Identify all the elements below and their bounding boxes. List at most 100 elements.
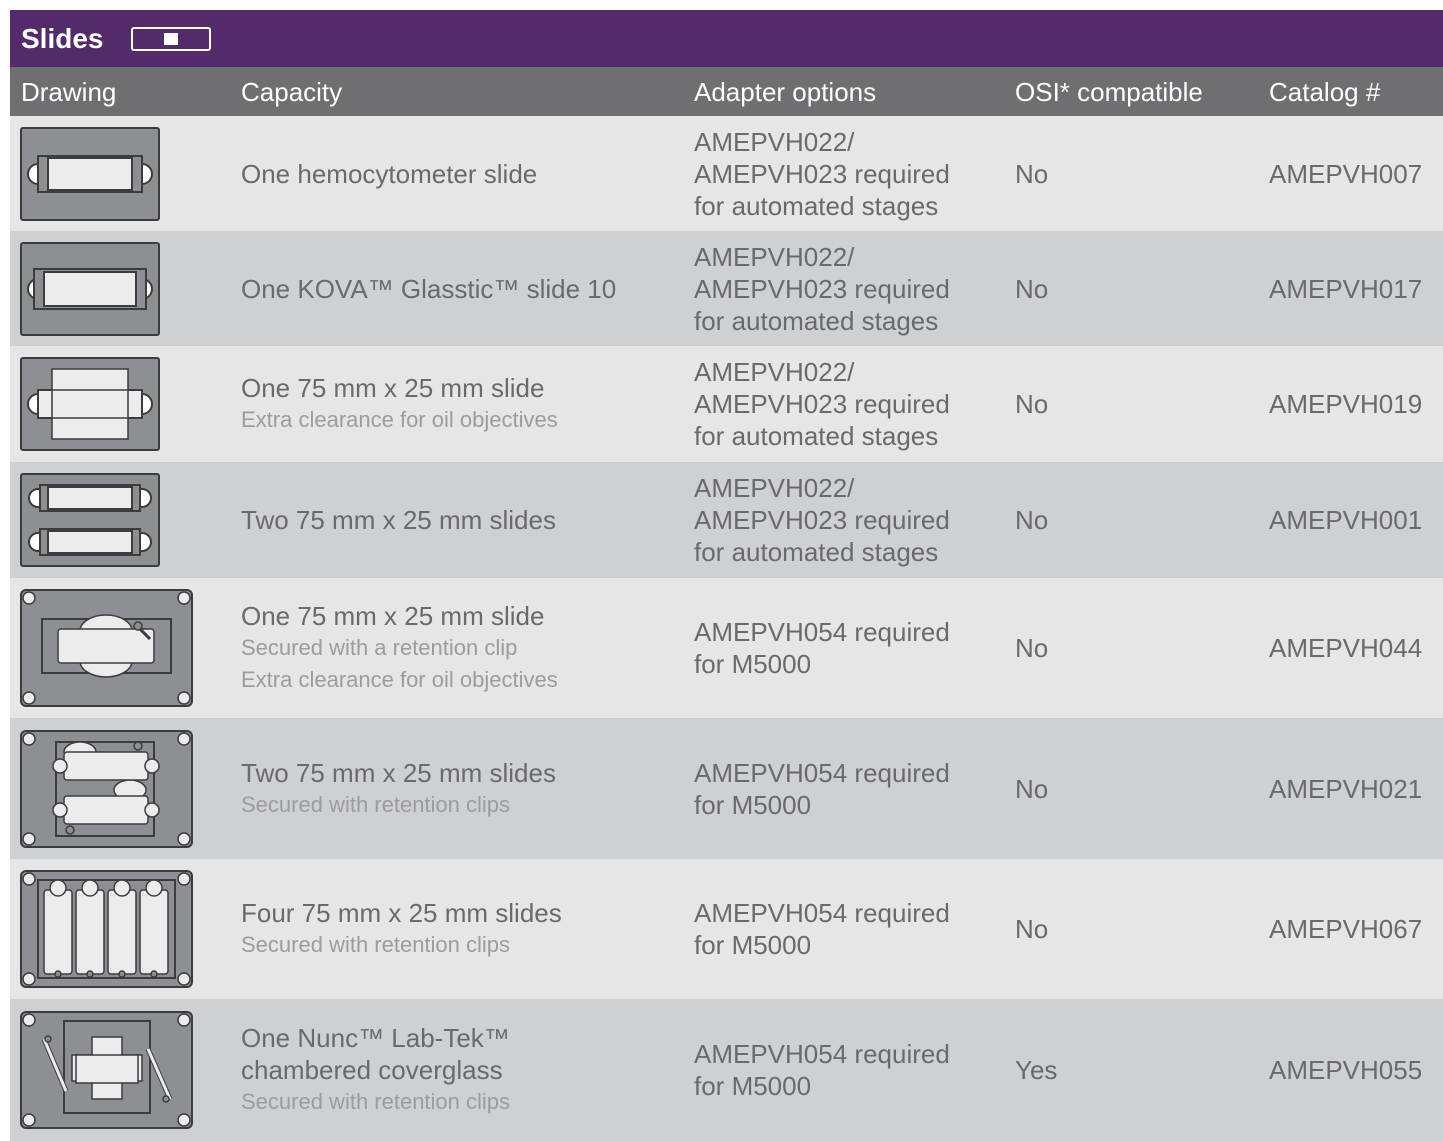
catalog-number: AMEPVH021 [1269, 773, 1423, 804]
adapter-line: for automated stages [694, 537, 939, 567]
capacity-cell: One hemocytometer slide [241, 116, 681, 231]
catalog-number: AMEPVH017 [1269, 273, 1423, 304]
adapter-line: AMEPVH054 required [694, 617, 950, 647]
header-capacity: Capacity [241, 77, 343, 107]
capacity-note: Secured with retention clips [241, 932, 511, 957]
osi-value: Yes [1015, 1055, 1058, 1085]
capacity-text: One KOVA™ Glasstic™ slide 10 [241, 273, 617, 304]
table-row: One 75 mm x 25 mm slide Extra clearance … [10, 346, 1443, 462]
drawing-cell [20, 859, 220, 999]
drawing-cell [20, 116, 220, 231]
capacity-cell: One 75 mm x 25 mm slide Extra clearance … [241, 346, 681, 462]
adapter-cell: AMEPVH054 required for M5000 [694, 578, 994, 718]
table-row: One hemocytometer slide AMEPVH022/ AMEPV… [10, 116, 1443, 231]
drawing-cell [20, 462, 220, 578]
catalog-number: AMEPVH067 [1269, 914, 1423, 944]
adapter-line: for M5000 [694, 649, 812, 679]
drawing-cell [20, 231, 220, 346]
catalog-cell: AMEPVH021 [1269, 718, 1439, 859]
adapter-cell: AMEPVH054 required for M5000 [694, 718, 994, 859]
capacity-cell: One KOVA™ Glasstic™ slide 10 [241, 231, 681, 346]
header-row: Drawing Capacity Adapter options OSI* co… [10, 67, 1443, 116]
catalog-cell: AMEPVH055 [1269, 999, 1439, 1141]
catalog-cell: AMEPVH017 [1269, 231, 1439, 346]
catalog-number: AMEPVH044 [1269, 633, 1423, 663]
header-osi-compatible: OSI* compatible [1015, 77, 1203, 107]
catalog-cell: AMEPVH067 [1269, 859, 1439, 999]
osi-cell: No [1015, 231, 1215, 346]
table-row: One Nunc™ Lab-Tek™ chambered coverglass … [10, 999, 1443, 1141]
osi-value: No [1015, 773, 1049, 804]
adapter-cell: AMEPVH022/ AMEPVH023 required for automa… [694, 462, 994, 578]
capacity-text: One Nunc™ Lab-Tek™ [241, 1023, 510, 1053]
osi-cell: No [1015, 859, 1215, 999]
table-row: Four 75 mm x 25 mm slides Secured with r… [10, 859, 1443, 999]
title-bar: Slides [10, 10, 1443, 67]
osi-value: No [1015, 158, 1049, 189]
single-slide-clip-icon [20, 589, 193, 707]
capacity-text: One hemocytometer slide [241, 158, 538, 189]
drawing-cell [20, 578, 220, 718]
chambered-coverglass-icon [20, 1011, 193, 1129]
osi-value: No [1015, 914, 1049, 944]
adapter-cell: AMEPVH022/ AMEPVH023 required for automa… [694, 346, 994, 462]
catalog-cell: AMEPVH007 [1269, 116, 1439, 231]
adapter-cell: AMEPVH022/ AMEPVH023 required for automa… [694, 116, 994, 231]
osi-cell: No [1015, 578, 1215, 718]
adapter-line: AMEPVH023 required [694, 389, 950, 419]
osi-value: No [1015, 273, 1049, 304]
adapter-line: AMEPVH054 required [694, 757, 950, 788]
adapter-line: for automated stages [694, 190, 939, 221]
adapter-line: AMEPVH023 required [694, 158, 950, 189]
adapter-line: AMEPVH022/ [694, 473, 855, 503]
capacity-text: Two 75 mm x 25 mm slides [241, 757, 556, 788]
adapter-line: AMEPVH022/ [694, 357, 855, 387]
osi-value: No [1015, 505, 1049, 535]
two-slides-icon [20, 473, 160, 567]
slides-table: Slides Drawing Capacity Adapter options … [10, 10, 1443, 1141]
capacity-note: Secured with retention clips [241, 1089, 511, 1114]
capacity-cell: Two 75 mm x 25 mm slides Secured with re… [241, 718, 681, 859]
adapter-cell: AMEPVH054 required for M5000 [694, 859, 994, 999]
adapter-cell: AMEPVH054 required for M5000 [694, 999, 994, 1141]
adapter-line: for M5000 [694, 930, 812, 960]
adapter-line: for M5000 [694, 789, 812, 820]
capacity-text: One 75 mm x 25 mm slide [241, 373, 545, 403]
catalog-cell: AMEPVH001 [1269, 462, 1439, 578]
four-slides-clips-icon [20, 870, 193, 988]
adapter-line: for automated stages [694, 421, 939, 451]
osi-cell: No [1015, 346, 1215, 462]
adapter-cell: AMEPVH022/ AMEPVH023 required for automa… [694, 231, 994, 346]
table-title: Slides [21, 22, 104, 54]
header-drawing: Drawing [21, 77, 117, 107]
table-row: Two 75 mm x 25 mm slides Secured with re… [10, 718, 1443, 859]
table-row: One 75 mm x 25 mm slide Secured with a r… [10, 578, 1443, 718]
osi-value: No [1015, 633, 1049, 663]
two-slides-clips-icon [20, 729, 193, 848]
adapter-line: for M5000 [694, 1071, 812, 1101]
adapter-line: AMEPVH022/ [694, 241, 855, 272]
osi-cell: No [1015, 462, 1215, 578]
adapter-line: AMEPVH023 required [694, 273, 950, 304]
slide-holder-icon [131, 26, 212, 51]
single-slide-kova-icon [20, 241, 160, 336]
capacity-text: Two 75 mm x 25 mm slides [241, 505, 556, 535]
header-catalog: Catalog # [1269, 77, 1381, 107]
capacity-text: One 75 mm x 25 mm slide [241, 601, 545, 631]
catalog-cell: AMEPVH044 [1269, 578, 1439, 718]
table-row: Two 75 mm x 25 mm slides AMEPVH022/ AMEP… [10, 462, 1443, 578]
single-slide-hemocytometer-icon [20, 126, 160, 221]
catalog-number: AMEPVH019 [1269, 389, 1423, 419]
adapter-line: AMEPVH023 required [694, 505, 950, 535]
drawing-cell [20, 346, 220, 462]
osi-cell: No [1015, 116, 1215, 231]
catalog-number: AMEPVH007 [1269, 158, 1423, 189]
adapter-line: AMEPVH054 required [694, 898, 950, 928]
capacity-text: Four 75 mm x 25 mm slides [241, 898, 562, 928]
catalog-number: AMEPVH001 [1269, 505, 1423, 535]
capacity-cell: Two 75 mm x 25 mm slides [241, 462, 681, 578]
osi-cell: Yes [1015, 999, 1215, 1141]
header-adapter-options: Adapter options [694, 77, 877, 107]
adapter-line: AMEPVH022/ [694, 126, 855, 157]
capacity-note: Extra clearance for oil objectives [241, 667, 558, 692]
